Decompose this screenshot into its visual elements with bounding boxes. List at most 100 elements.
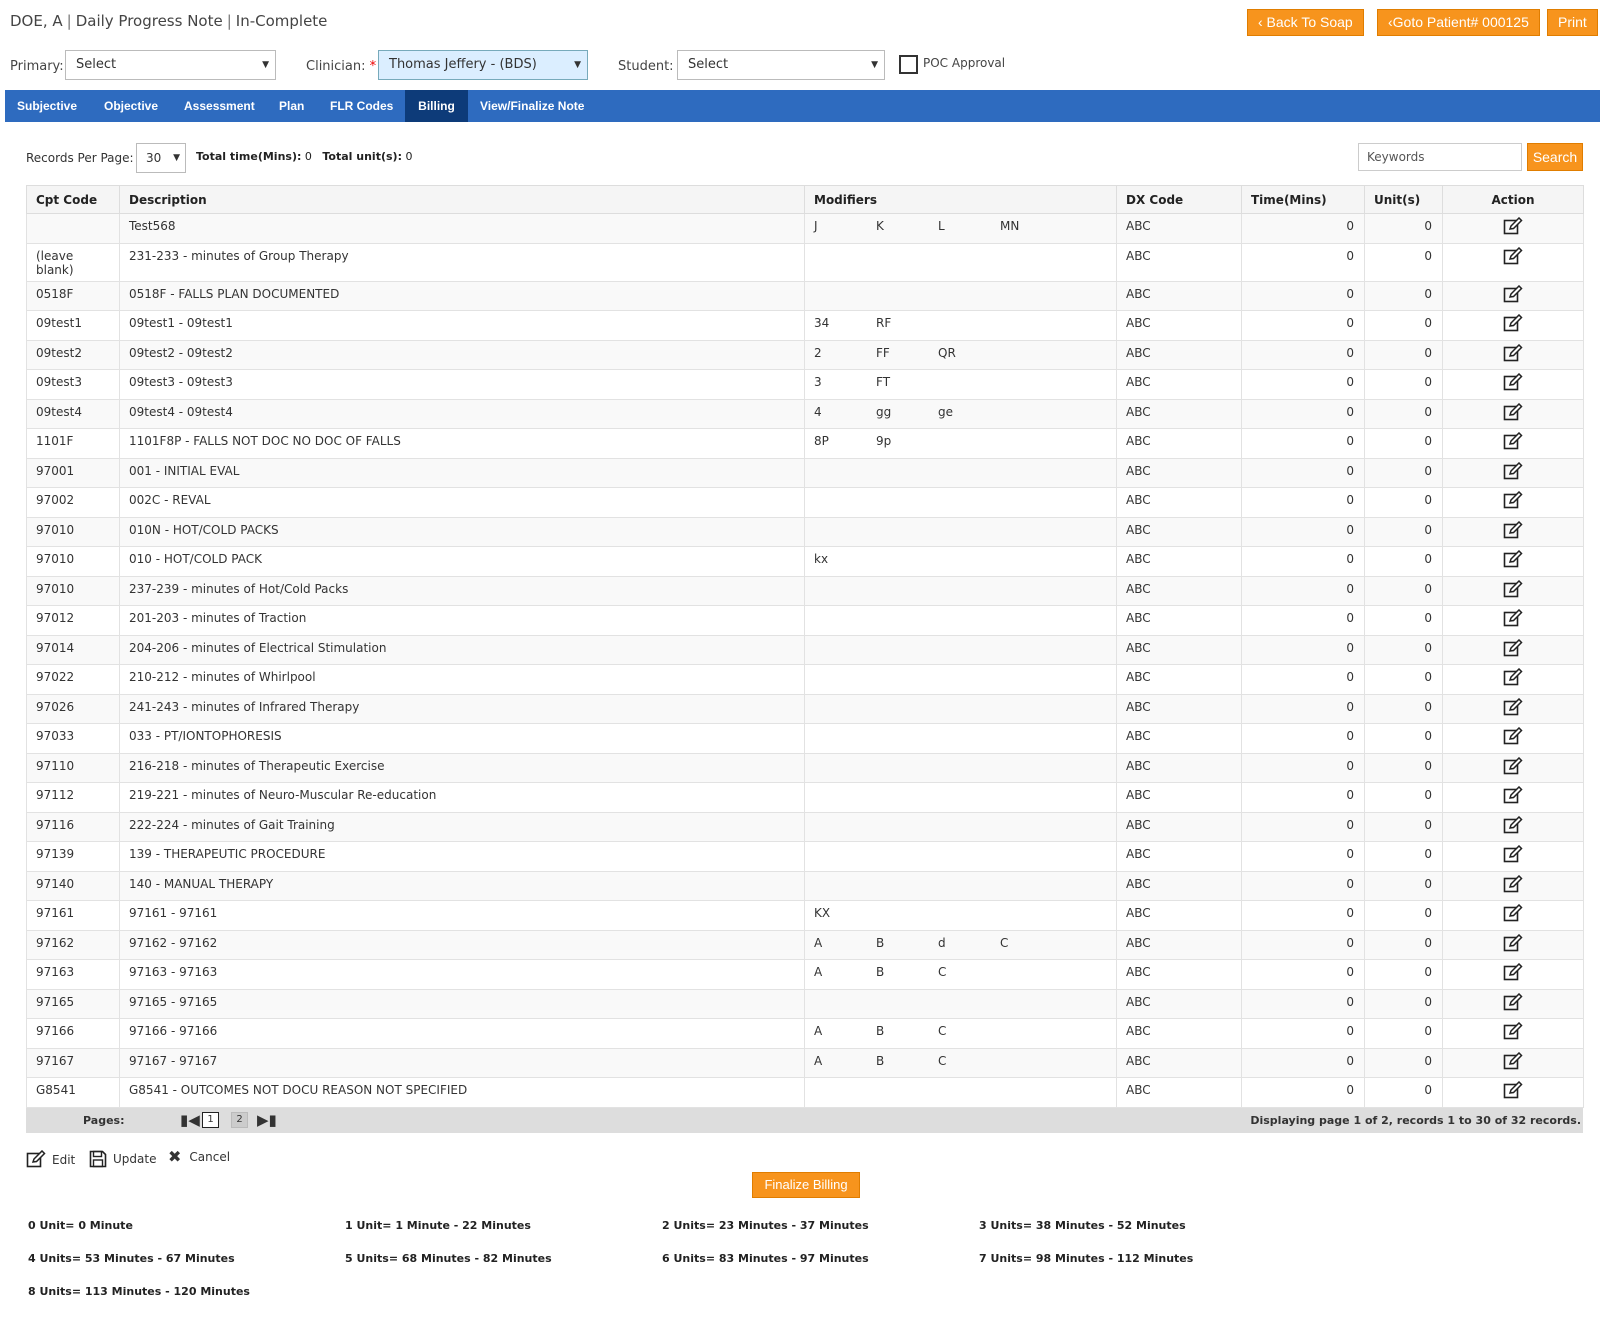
col-time-mins[interactable]: Time(Mins) bbox=[1241, 185, 1365, 214]
pages-label: Pages: bbox=[83, 1114, 125, 1127]
page-2-link[interactable]: 2 bbox=[231, 1112, 248, 1128]
edit-icon[interactable] bbox=[1503, 874, 1523, 894]
edit-icon[interactable] bbox=[1503, 756, 1523, 776]
edit-icon[interactable] bbox=[1503, 579, 1523, 599]
page-1-link[interactable]: 1 bbox=[202, 1112, 219, 1128]
edit-icon[interactable] bbox=[1503, 402, 1523, 422]
edit-icon[interactable] bbox=[1503, 216, 1523, 236]
action-cell bbox=[1442, 664, 1584, 695]
records-per-page-select[interactable]: 30 ▼ bbox=[136, 143, 186, 173]
action-cell bbox=[1442, 841, 1584, 872]
table-row: 97112 219-221 - minutes of Neuro-Muscular… bbox=[26, 782, 1584, 813]
edit-icon[interactable] bbox=[1503, 343, 1523, 363]
edit-icon[interactable] bbox=[1503, 903, 1523, 923]
modifier-value: kx bbox=[814, 552, 829, 566]
cpt-code-cell: 97140 bbox=[26, 870, 120, 901]
dx-code-cell: ABC bbox=[1116, 870, 1242, 901]
update-button[interactable]: Update bbox=[89, 1150, 156, 1168]
table-row: 97165 97165 - 97165 ABC 0 0 bbox=[26, 988, 1584, 1019]
tab-flr-codes[interactable]: FLR Codes bbox=[318, 90, 405, 122]
edit-icon[interactable] bbox=[1503, 667, 1523, 687]
edit-icon[interactable] bbox=[1503, 844, 1523, 864]
time-cell: 0 bbox=[1241, 575, 1365, 606]
edit-icon[interactable] bbox=[1503, 815, 1523, 835]
modifiers-cell: 3 FT bbox=[804, 369, 1117, 400]
col-units[interactable]: Unit(s) bbox=[1364, 185, 1443, 214]
tab-subjective[interactable]: Subjective bbox=[5, 90, 89, 122]
edit-icon[interactable] bbox=[1503, 490, 1523, 510]
edit-icon[interactable] bbox=[1503, 1021, 1523, 1041]
time-cell: 0 bbox=[1241, 242, 1365, 282]
clinician-select[interactable]: Thomas Jeffery - (BDS) ▼ bbox=[378, 50, 588, 80]
col-description[interactable]: Description bbox=[119, 185, 805, 214]
col-cpt-code[interactable]: Cpt Code bbox=[26, 185, 120, 214]
description-cell: Test568 bbox=[119, 213, 805, 244]
modifier-value: B bbox=[876, 935, 885, 950]
units-cell: 0 bbox=[1364, 900, 1443, 931]
search-button[interactable]: Search bbox=[1527, 143, 1583, 171]
col-modifiers[interactable]: Modifiers bbox=[804, 185, 1117, 214]
keywords-input[interactable]: Keywords bbox=[1358, 143, 1522, 171]
time-cell: 0 bbox=[1241, 487, 1365, 518]
edit-icon[interactable] bbox=[1503, 1051, 1523, 1071]
time-cell: 0 bbox=[1241, 664, 1365, 695]
edit-icon[interactable] bbox=[1503, 608, 1523, 628]
edit-icon[interactable] bbox=[1503, 1080, 1523, 1100]
dx-code-cell: ABC bbox=[1116, 988, 1242, 1019]
student-select[interactable]: Select ▼ bbox=[677, 50, 885, 80]
units-cell: 0 bbox=[1364, 280, 1443, 311]
finalize-billing-button[interactable]: Finalize Billing bbox=[752, 1172, 860, 1198]
edit-icon[interactable] bbox=[1503, 246, 1523, 266]
modifiers-cell: 8P 9p bbox=[804, 428, 1117, 459]
edit-icon[interactable] bbox=[1503, 697, 1523, 717]
table-row: 97140 140 - MANUAL THERAPY ABC 0 0 bbox=[26, 870, 1584, 901]
tab-objective[interactable]: Objective bbox=[92, 90, 170, 122]
tab-view-finalize-note[interactable]: View/Finalize Note bbox=[468, 90, 596, 122]
col-dx-code[interactable]: DX Code bbox=[1116, 185, 1242, 214]
modifier-value: QR bbox=[938, 345, 956, 360]
modifiers-cell: J K L MN bbox=[804, 213, 1117, 244]
edit-icon[interactable] bbox=[1503, 313, 1523, 333]
modifiers-cell bbox=[804, 605, 1117, 636]
goto-patient-button[interactable]: ‹Goto Patient# 000125 bbox=[1377, 9, 1540, 36]
time-cell: 0 bbox=[1241, 988, 1365, 1019]
edit-icon[interactable] bbox=[1503, 992, 1523, 1012]
primary-select[interactable]: Select ▼ bbox=[65, 50, 276, 80]
edit-icon[interactable] bbox=[1503, 638, 1523, 658]
units-cell: 0 bbox=[1364, 575, 1443, 606]
edit-icon[interactable] bbox=[1503, 785, 1523, 805]
unit-legend-item: 1 Unit= 1 Minute - 22 Minutes bbox=[345, 1219, 531, 1232]
edit-icon[interactable] bbox=[1503, 933, 1523, 953]
edit-icon[interactable] bbox=[1503, 461, 1523, 481]
edit-icon[interactable] bbox=[1503, 520, 1523, 540]
modifier-value: gg bbox=[876, 404, 892, 419]
edit-icon[interactable] bbox=[1503, 962, 1523, 982]
note-status: In-Complete bbox=[235, 12, 328, 30]
units-cell: 0 bbox=[1364, 398, 1443, 429]
primary-label: Primary: bbox=[10, 59, 64, 74]
modifier-value: 34 bbox=[814, 316, 830, 330]
print-button[interactable]: Print bbox=[1547, 9, 1598, 36]
action-cell bbox=[1442, 369, 1584, 400]
chevron-down-icon: ▼ bbox=[871, 60, 878, 70]
edit-icon[interactable] bbox=[1503, 284, 1523, 304]
table-row: 97033 033 - PT/IONTOPHORESIS ABC 0 0 bbox=[26, 723, 1584, 754]
modifier-value: 4 bbox=[814, 404, 822, 419]
cancel-button[interactable]: ✖ Cancel bbox=[168, 1149, 230, 1165]
poc-approval-checkbox[interactable] bbox=[899, 55, 918, 74]
tab-plan[interactable]: Plan bbox=[267, 90, 316, 122]
back-to-soap-button[interactable]: ‹ Back To Soap bbox=[1247, 9, 1364, 36]
first-page-icon[interactable]: ▮◀ bbox=[180, 1112, 200, 1128]
unit-legend-item: 4 Units= 53 Minutes - 67 Minutes bbox=[28, 1252, 235, 1265]
edit-icon[interactable] bbox=[1503, 372, 1523, 392]
modifier-value: A bbox=[814, 1024, 823, 1038]
edit-icon[interactable] bbox=[1503, 726, 1523, 746]
edit-icon[interactable] bbox=[1503, 549, 1523, 569]
tab-billing[interactable]: Billing bbox=[405, 90, 468, 122]
tab-assessment[interactable]: Assessment bbox=[172, 90, 267, 122]
time-cell: 0 bbox=[1241, 428, 1365, 459]
edit-icon[interactable] bbox=[1503, 431, 1523, 451]
modifiers-cell: kx bbox=[804, 546, 1117, 577]
edit-button[interactable]: Edit bbox=[26, 1150, 75, 1169]
last-page-icon[interactable]: ▶▮ bbox=[257, 1112, 277, 1128]
